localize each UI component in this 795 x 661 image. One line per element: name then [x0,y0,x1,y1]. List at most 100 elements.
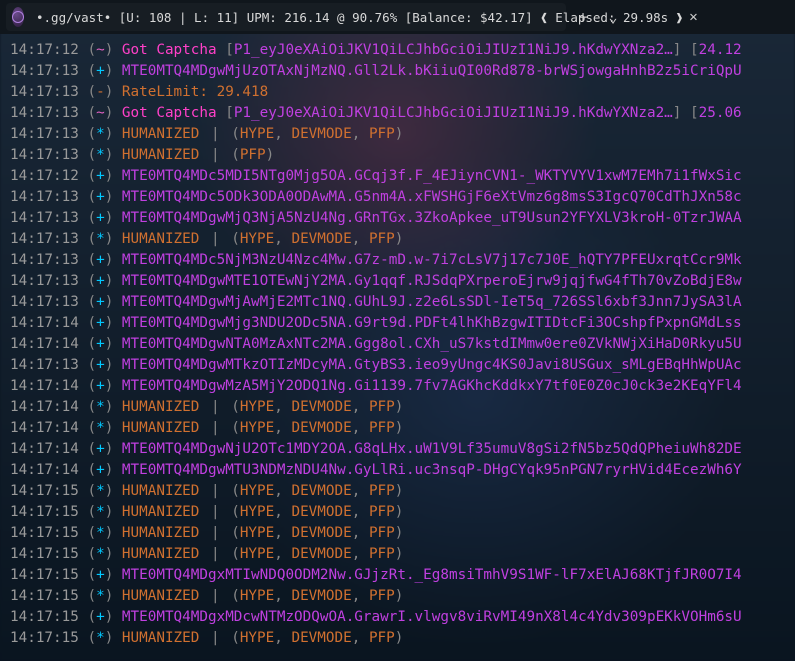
humanized-label: HUMANIZED [122,420,199,436]
new-tab-button[interactable]: + [570,4,596,30]
status-symbol: + [96,168,105,184]
timestamp: 14:17:13 [10,294,87,310]
timestamp: 14:17:13 [10,63,87,79]
log-line: 14:17:12 (~) Got Captcha [P1_eyJ0eXAiOiJ… [10,40,785,61]
log-line: 14:17:14 (+) MTE0MTQ4MDgwMzA5MjY2ODQ1Ng.… [10,376,785,397]
ratelimit-message: RateLimit: 29.418 [122,84,268,100]
tags: (HYPE, DEVMODE, PFP) [231,231,403,247]
timestamp: 14:17:13 [10,231,87,247]
log-line: 14:17:13 (+) MTE0MTQ4MDgwMTkzOTIzMDcyMA.… [10,355,785,376]
humanized-label: HUMANIZED [122,231,199,247]
captcha-label: Got Captcha [122,42,225,58]
paren-open: ( [87,609,96,625]
timestamp: 14:17:13 [10,126,87,142]
paren-open: ( [87,63,96,79]
timestamp: 14:17:15 [10,609,87,625]
paren-close: ) [105,231,122,247]
status-symbol: + [96,609,105,625]
timestamp: 14:17:14 [10,462,87,478]
close-icon[interactable]: ✕ [689,9,697,25]
log-line: 14:17:13 (*) HUMANIZED | (PFP) [10,145,785,166]
timestamp: 14:17:14 [10,399,87,415]
log-line: 14:17:15 (*) HUMANIZED | (HYPE, DEVMODE,… [10,586,785,607]
log-line: 14:17:13 (*) HUMANIZED | (HYPE, DEVMODE,… [10,229,785,250]
paren-open: ( [87,462,96,478]
captcha-value: P1_eyJ0eXAiOiJKV1QiLCJhbGciOiJIUzI1NiJ9.… [234,105,673,121]
separator: | [202,630,228,646]
timestamp: 14:17:14 [10,441,87,457]
status-symbol: + [96,294,105,310]
log-line: 14:17:13 (*) HUMANIZED | (HYPE, DEVMODE,… [10,124,785,145]
log-line: 14:17:15 (*) HUMANIZED | (HYPE, DEVMODE,… [10,628,785,649]
bracket: ] [ [673,42,699,58]
paren-close: ) [105,567,122,583]
timestamp: 14:17:13 [10,84,87,100]
paren-close: ) [105,336,122,352]
paren-open: ( [87,525,96,541]
token-value: MTE0MTQ4MDc5NjM3NzU4Nzc4Mw.G7z-mD.w-7i7c… [122,252,742,268]
tags: (HYPE, DEVMODE, PFP) [231,546,403,562]
paren-close: ) [105,63,122,79]
tab-active[interactable]: •.gg/vast• [U: 108 | L: 11] UPM: 216.14 … [6,3,566,31]
token-value: MTE0MTQ4MDgwMjUzOTAxNjMzNQ.Gll2Lk.bKiiuQ… [122,63,742,79]
paren-close: ) [105,504,122,520]
humanized-label: HUMANIZED [122,504,199,520]
log-line: 14:17:15 (*) HUMANIZED | (HYPE, DEVMODE,… [10,523,785,544]
log-line: 14:17:13 (-) RateLimit: 29.418 [10,82,785,103]
tab-dropdown-button[interactable]: ⌄ [600,4,626,30]
status-symbol: ~ [96,42,105,58]
paren-close: ) [105,462,122,478]
log-line: 14:17:15 (+) MTE0MTQ4MDgxMTIwNDQ0ODM2Nw.… [10,565,785,586]
paren-close: ) [105,357,122,373]
paren-close: ) [105,315,122,331]
token-value: MTE0MTQ4MDgwMTE1OTEwNjY2MA.Gy1qqf.RJSdqP… [122,273,742,289]
humanized-label: HUMANIZED [122,399,199,415]
status-symbol: * [96,546,105,562]
terminal-output[interactable]: 14:17:12 (~) Got Captcha [P1_eyJ0eXAiOiJ… [0,34,795,655]
captcha-label: Got Captcha [122,105,225,121]
log-line: 14:17:14 (+) MTE0MTQ4MDgwNjU2OTc1MDY2OA.… [10,439,785,460]
log-line: 14:17:13 (~) Got Captcha [P1_eyJ0eXAiOiJ… [10,103,785,124]
captcha-num: 25.06 [699,105,742,121]
paren-open: ( [87,357,96,373]
paren-open: ( [87,252,96,268]
timestamp: 14:17:15 [10,630,87,646]
timestamp: 14:17:13 [10,357,87,373]
status-symbol: * [96,399,105,415]
log-line: 14:17:15 (*) HUMANIZED | (HYPE, DEVMODE,… [10,544,785,565]
token-value: MTE0MTQ4MDgwMTU3NDMzNDU4Nw.GyLlRi.uc3nsq… [122,462,742,478]
paren-open: ( [87,147,96,163]
tags: (PFP) [231,147,274,163]
paren-open: ( [87,504,96,520]
paren-open: ( [87,630,96,646]
bracket: [ [225,42,234,58]
status-symbol: * [96,126,105,142]
paren-open: ( [87,567,96,583]
log-line: 14:17:15 (+) MTE0MTQ4MDgxMDcwNTMzODQwOA.… [10,607,785,628]
token-value: MTE0MTQ4MDgxMTIwNDQ0ODM2Nw.GJjzRt._Eg8ms… [122,567,742,583]
paren-open: ( [87,126,96,142]
status-symbol: * [96,525,105,541]
token-value: MTE0MTQ4MDgwMjQ3NjA5NzU4Ng.GRnTGx.3ZkoAp… [122,210,742,226]
timestamp: 14:17:13 [10,210,87,226]
timestamp: 14:17:15 [10,525,87,541]
paren-close: ) [105,630,122,646]
captcha-num: 24.12 [699,42,742,58]
separator: | [202,483,228,499]
paren-close: ) [105,84,122,100]
paren-open: ( [87,294,96,310]
status-symbol: * [96,231,105,247]
timestamp: 14:17:15 [10,483,87,499]
paren-open: ( [87,189,96,205]
status-symbol: + [96,210,105,226]
log-line: 14:17:13 (+) MTE0MTQ4MDc5ODk3ODA0ODAwMA.… [10,187,785,208]
bracket: ] [ [673,105,699,121]
log-line: 14:17:13 (+) MTE0MTQ4MDgwMTE1OTEwNjY2MA.… [10,271,785,292]
paren-close: ) [105,525,122,541]
status-symbol: + [96,462,105,478]
paren-open: ( [87,483,96,499]
status-symbol: * [96,504,105,520]
tags: (HYPE, DEVMODE, PFP) [231,588,403,604]
paren-close: ) [105,189,122,205]
humanized-label: HUMANIZED [122,546,199,562]
